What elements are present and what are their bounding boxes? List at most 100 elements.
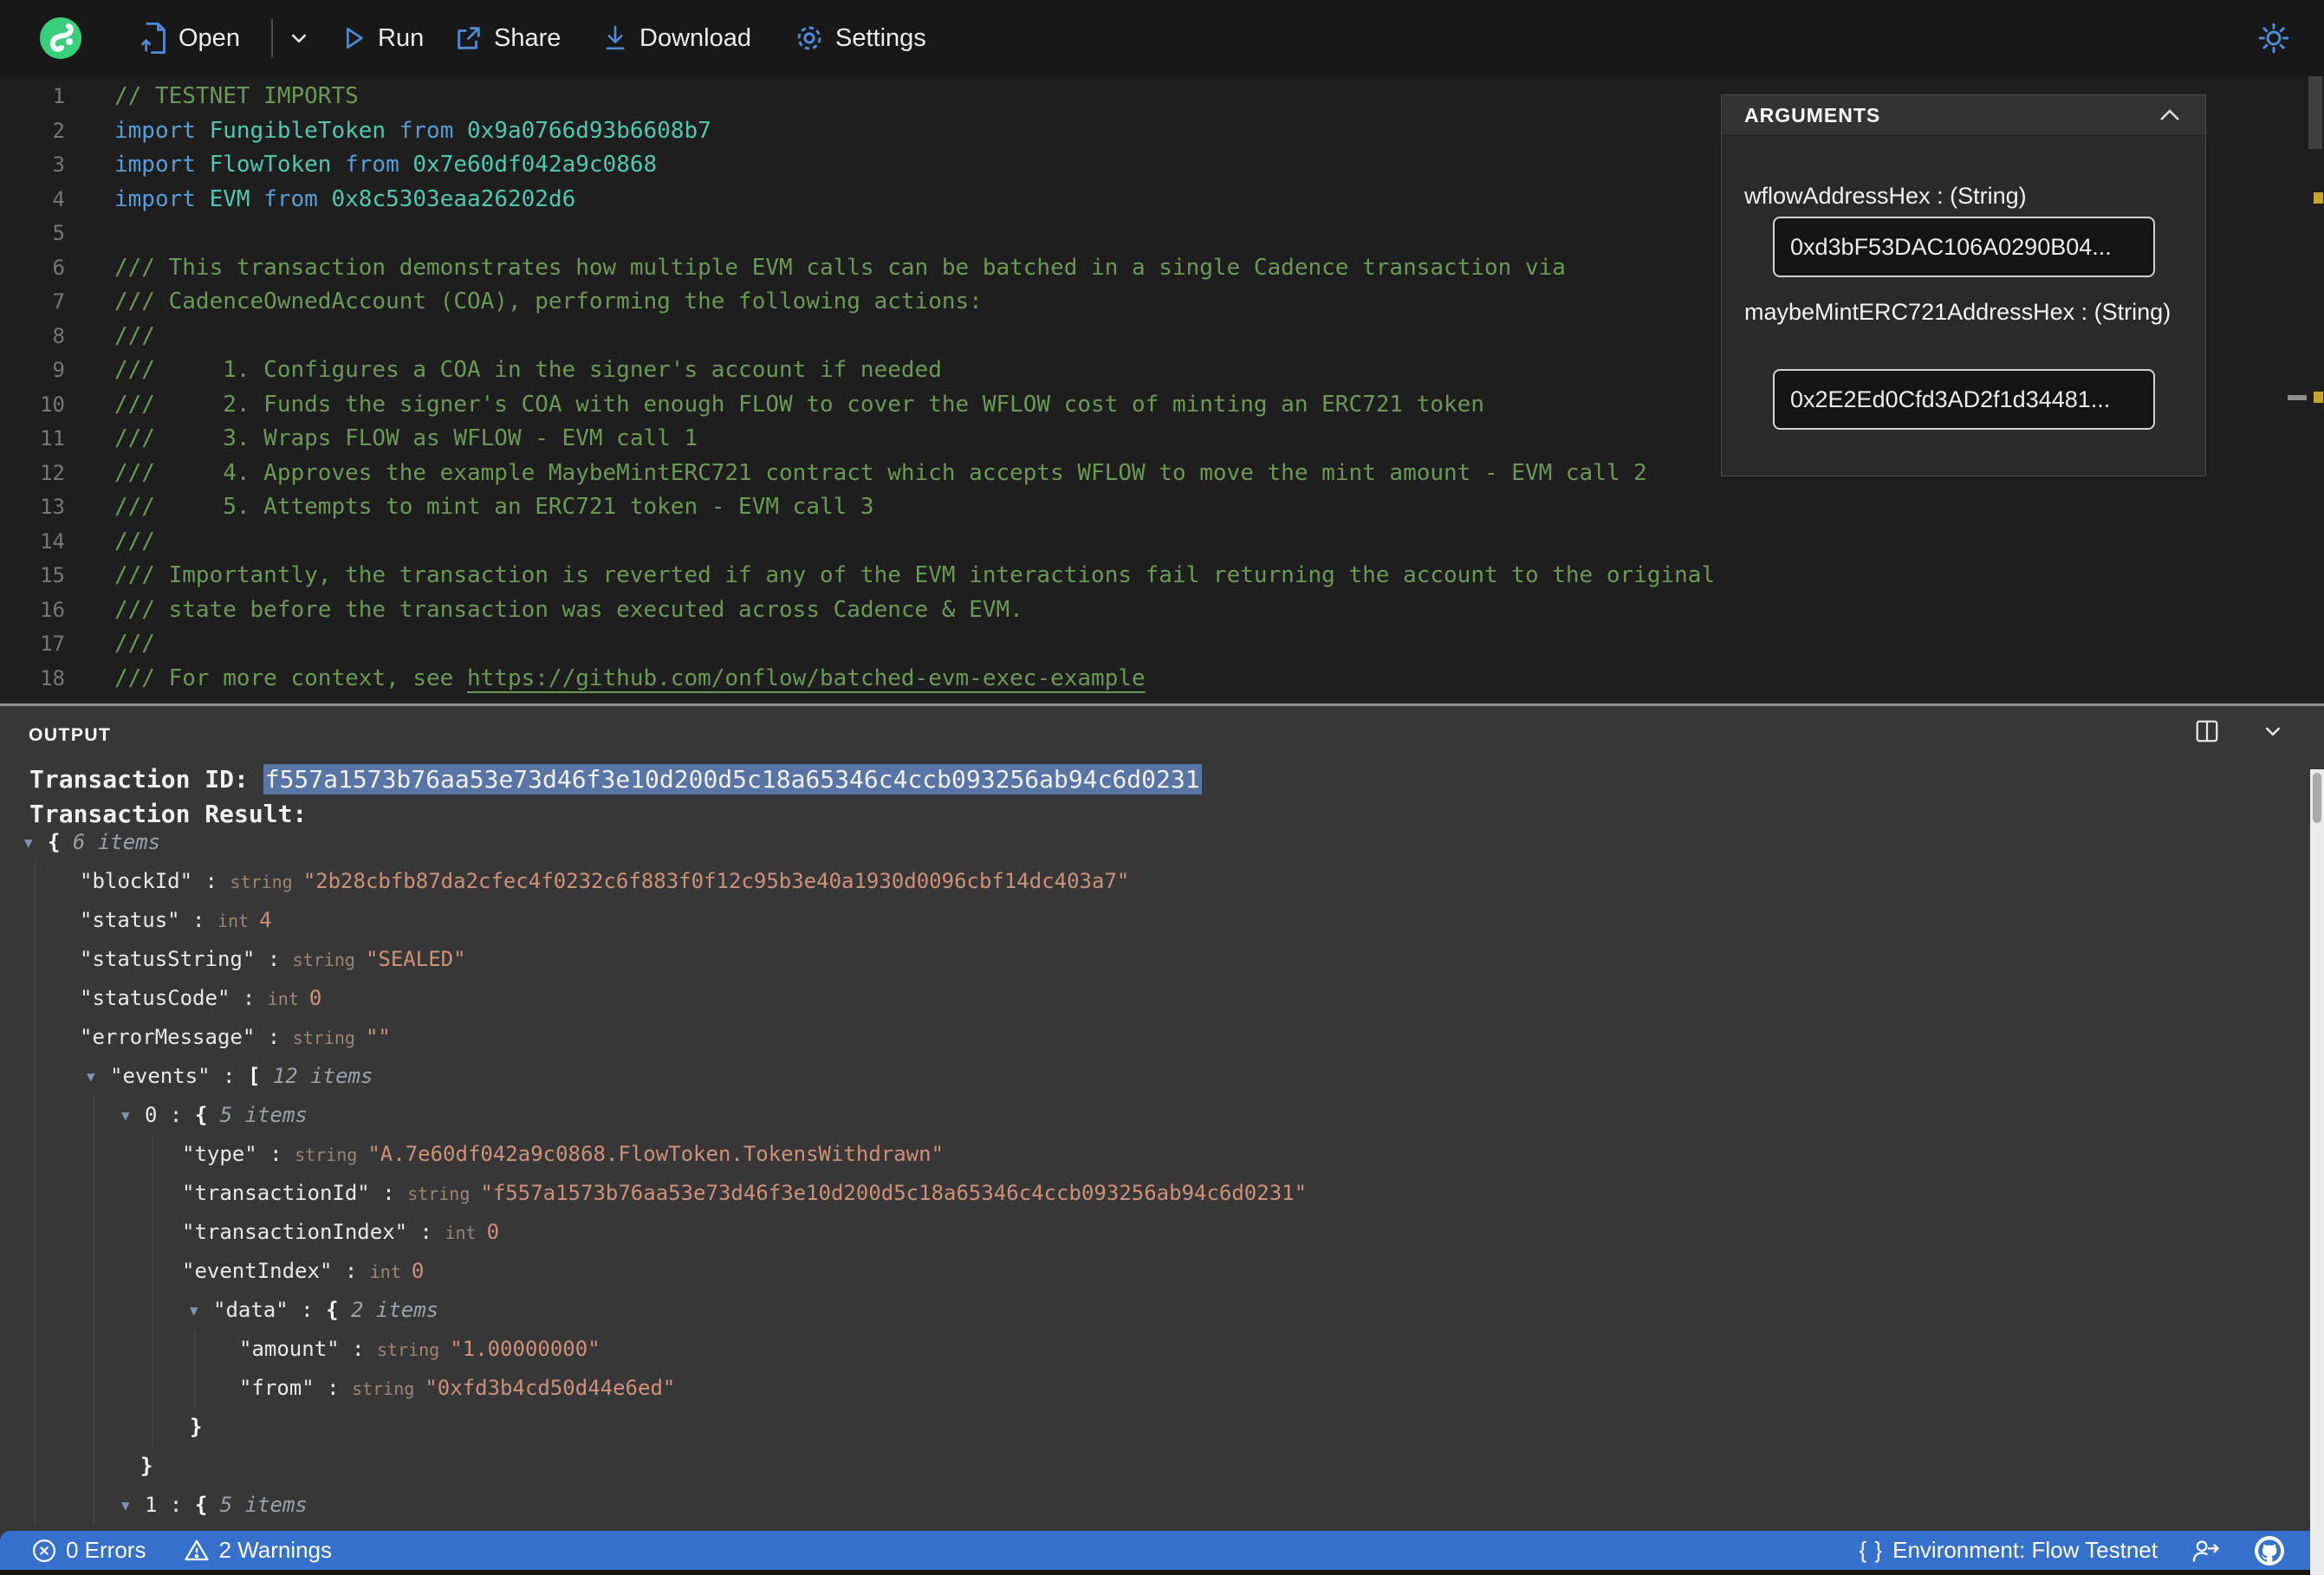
json-token-items: 2 items <box>350 1298 439 1322</box>
arguments-title: ARGUMENTS <box>1744 103 1881 126</box>
output-scrollbar-thumb[interactable] <box>2313 773 2321 823</box>
json-token-punc: } <box>140 1454 153 1478</box>
json-token-sep: : <box>407 1220 445 1244</box>
json-token-key: "amount" <box>239 1337 340 1361</box>
line-number: 6 <box>52 255 65 280</box>
run-button[interactable]: Run <box>340 0 424 76</box>
json-token-val: 4 <box>259 908 272 932</box>
argument-input-wflow[interactable] <box>1773 217 2155 277</box>
json-token-punc: { <box>326 1298 351 1322</box>
indent-guide <box>194 1330 195 1408</box>
line-number: 3 <box>52 152 65 177</box>
code-text: /// <box>114 525 155 560</box>
json-token-key: "events" <box>110 1064 211 1088</box>
json-token-val: "2b28cbfb87da2cfec4f0232c6f883f0f12c95b3… <box>302 869 1130 893</box>
share-button[interactable]: Share <box>454 0 561 76</box>
json-tree-row: ▼ "data" : { 2 items <box>0 1291 2307 1330</box>
environment-label: Environment: Flow Testnet <box>1892 1537 2158 1563</box>
code-token-kw: import <box>114 185 210 212</box>
code-line[interactable]: 17 /// <box>0 627 2303 662</box>
code-link[interactable]: https://github.com/onflow/batched-evm-ex… <box>467 665 1146 691</box>
json-token-key: "type" <box>182 1142 257 1166</box>
collapse-triangle-icon[interactable]: ▼ <box>190 1291 213 1330</box>
json-tree-row: ▼{ 6 items <box>0 823 2307 862</box>
json-token-punc: [ <box>247 1064 273 1088</box>
json-token-punc: { <box>194 1103 220 1127</box>
open-file-icon <box>139 23 168 54</box>
warning-triangle-icon <box>184 1538 210 1564</box>
json-token-typ: string <box>295 1144 368 1165</box>
json-token-punc: } <box>190 1415 203 1439</box>
code-line[interactable]: 14 /// <box>0 525 2303 560</box>
line-number: 12 <box>40 460 65 485</box>
json-tree-row: } <box>0 1408 2307 1447</box>
output-scrollbar-track[interactable] <box>2310 769 2324 1575</box>
code-token-comment: /// Importantly, the transaction is reve… <box>114 562 1716 588</box>
arguments-panel: ARGUMENTS wflowAddressHex : (String) may… <box>1721 94 2206 476</box>
json-token-key: "from" <box>239 1376 315 1400</box>
json-token-val: "" <box>365 1025 391 1049</box>
code-text: /// 2. Funds the signer's COA with enoug… <box>114 388 1484 423</box>
json-tree-row: ▼ 1 : { 5 items <box>0 1486 2307 1525</box>
collapse-triangle-icon[interactable]: ▼ <box>121 1096 145 1135</box>
github-icon[interactable] <box>2253 1534 2286 1567</box>
json-token-typ: int <box>267 988 309 1009</box>
collapse-triangle-icon[interactable]: ▼ <box>121 1486 145 1525</box>
flow-logo[interactable] <box>40 17 81 59</box>
json-tree-row: "statusCode" : int 0 <box>0 979 2307 1018</box>
code-line[interactable]: 13 /// 5. Attempts to mint an ERC721 toke… <box>0 490 2303 525</box>
json-token-sep: : <box>179 908 217 932</box>
code-text: // TESTNET IMPORTS <box>114 80 359 114</box>
collapse-output-chevron-icon[interactable] <box>2260 718 2286 744</box>
feedback-person-icon[interactable] <box>2191 1537 2220 1565</box>
collapse-triangle-icon[interactable]: ▼ <box>87 1057 110 1096</box>
code-text: /// <box>114 627 155 662</box>
code-token-comment: /// This transaction demonstrates how mu… <box>114 254 1566 281</box>
split-editor-icon[interactable] <box>2194 718 2220 744</box>
transaction-id-value[interactable]: f557a1573b76aa53e73d46f3e10d200d5c18a653… <box>263 764 1202 794</box>
code-token-comment: /// 4. Approves the example MaybeMintERC… <box>114 459 1647 486</box>
code-text: /// 4. Approves the example MaybeMintERC… <box>114 457 1647 491</box>
arguments-header[interactable]: ARGUMENTS <box>1722 95 2205 136</box>
chevron-up-icon[interactable] <box>2157 106 2183 125</box>
json-token-sep: : <box>369 1181 408 1205</box>
panel-divider[interactable] <box>0 703 2324 706</box>
json-token-val: 0 <box>411 1259 425 1283</box>
share-icon <box>454 23 484 53</box>
json-token-val: "A.7e60df042a9c0868.FlowToken.TokensWith… <box>367 1142 945 1166</box>
settings-gear-icon <box>794 23 825 54</box>
code-text: import EVM from 0x8c5303eaa26202d6 <box>114 183 575 217</box>
code-line[interactable]: 18 /// For more context, see https://gith… <box>0 662 2303 697</box>
settings-button[interactable]: Settings <box>794 0 926 76</box>
code-line[interactable]: 15 /// Importantly, the transaction is re… <box>0 559 2303 593</box>
open-dropdown-button[interactable] <box>286 0 312 76</box>
json-token-typ: int <box>369 1261 412 1282</box>
editor-scrollbar[interactable] <box>2308 76 2322 149</box>
theme-toggle-button[interactable] <box>2256 0 2291 76</box>
json-token-sep: : <box>192 869 230 893</box>
theme-sun-icon <box>2256 21 2291 55</box>
code-token-comment: /// For more context, see <box>114 664 467 691</box>
code-token-type: EVM <box>209 185 264 212</box>
code-token-comment: /// state before the transaction was exe… <box>114 596 1023 623</box>
argument-label: maybeMintERC721AddressHex : (String) <box>1744 299 2171 325</box>
window-edge <box>0 1570 2324 1575</box>
code-text: /// For more context, see https://github… <box>114 662 1146 697</box>
json-tree-row: "from" : string "0xfd3b4cd50d44e6ed" <box>0 1369 2307 1408</box>
download-icon <box>601 23 629 53</box>
json-tree-row: "eventIndex" : int 0 <box>0 1252 2307 1291</box>
download-button[interactable]: Download <box>601 0 751 76</box>
argument-input-maybemint[interactable] <box>1773 369 2155 430</box>
code-line[interactable]: 16 /// state before the transaction was e… <box>0 593 2303 628</box>
json-token-sep: : <box>255 1025 293 1049</box>
environment-status[interactable]: { } Environment: Flow Testnet <box>1860 1537 2158 1564</box>
collapse-triangle-icon[interactable]: ▼ <box>24 823 48 862</box>
json-token-sep: : <box>332 1259 370 1283</box>
chevron-down-icon <box>286 25 312 51</box>
warnings-status[interactable]: 2 Warnings <box>184 1537 332 1564</box>
code-token-type: FungibleToken <box>209 117 399 144</box>
open-button[interactable]: Open <box>139 0 240 76</box>
code-token-comment: /// <box>114 528 155 554</box>
line-number: 9 <box>52 358 65 382</box>
errors-status[interactable]: 0 Errors <box>31 1537 146 1564</box>
